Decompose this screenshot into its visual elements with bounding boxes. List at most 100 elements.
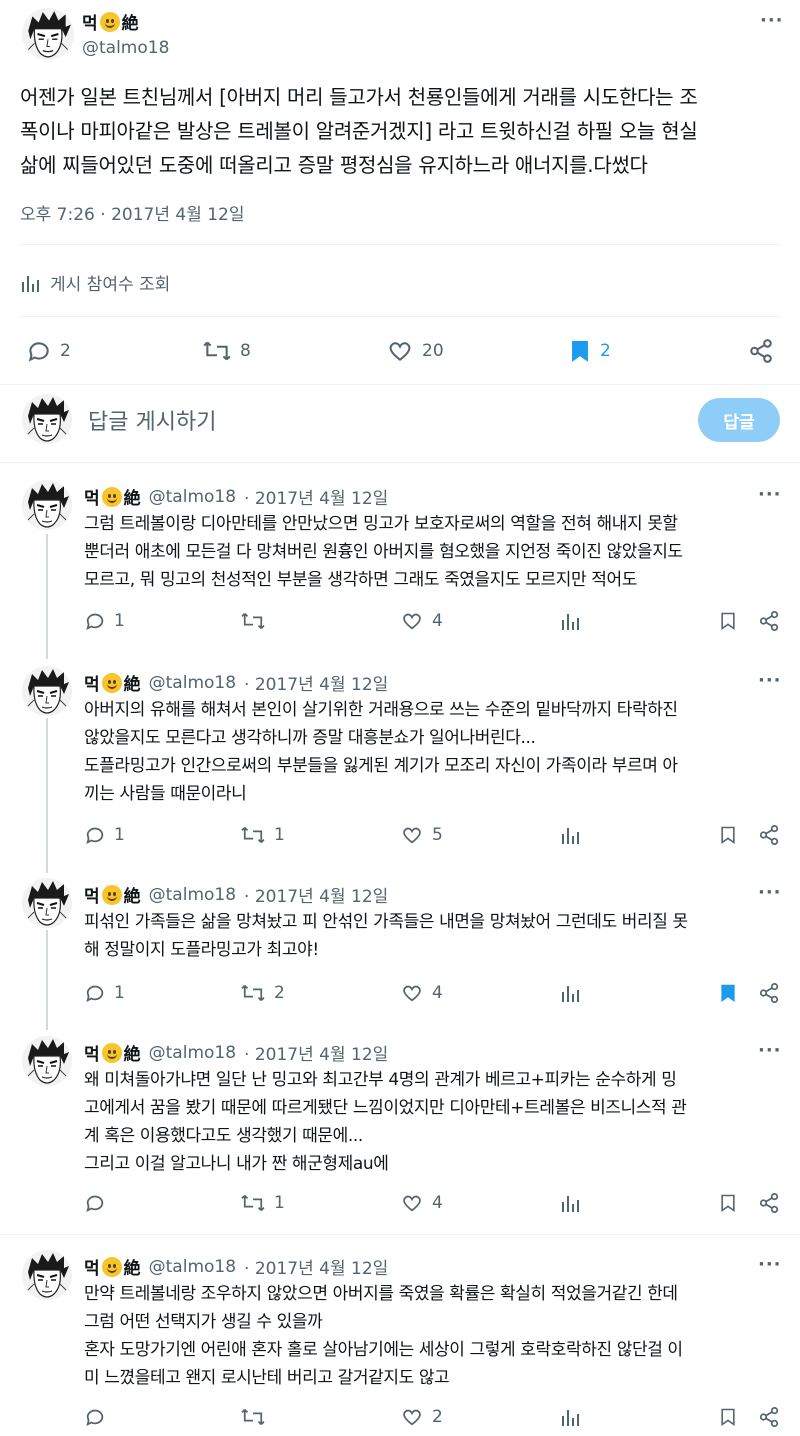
reply-text: 만약 트레볼네랑 조우하지 않았으면 아버지를 죽였을 확률은 확실히 적었을거…	[84, 1280, 794, 1392]
retweet-action[interactable]: 1	[240, 824, 285, 846]
reply-author[interactable]: 먹 絶 @talmo18 · 2017년 4월 12일	[84, 670, 388, 695]
author-handle[interactable]: @talmo18	[82, 38, 169, 58]
reply-handle[interactable]: @talmo18	[149, 885, 236, 905]
reply-tweet[interactable]: 먹 絶 @talmo18 · 2017년 4월 12일 ··· 피섞인 가족들은…	[0, 870, 800, 1028]
display-name-prefix: 먹	[84, 1259, 100, 1279]
retweet-action[interactable]	[240, 1406, 274, 1428]
reply-avatar[interactable]	[22, 666, 72, 716]
bookmark-action[interactable]	[718, 982, 738, 1004]
display-name-prefix: 먹	[84, 887, 100, 907]
share-icon	[759, 824, 779, 846]
reply-date[interactable]: · 2017년 4월 12일	[244, 1040, 388, 1065]
bookmark-icon	[721, 826, 735, 845]
reply-action[interactable]: 2	[26, 338, 71, 364]
reply-date[interactable]: · 2017년 4월 12일	[244, 670, 388, 695]
views-action[interactable]	[560, 610, 580, 632]
views-action[interactable]	[560, 1406, 580, 1428]
reply-tweet[interactable]: 먹 絶 @talmo18 · 2017년 4월 12일 ··· 그럼 트레볼이랑…	[0, 472, 800, 658]
views-action[interactable]	[560, 824, 580, 846]
reply-date[interactable]: · 2017년 4월 12일	[244, 882, 388, 907]
reply-author[interactable]: 먹 絶 @talmo18 · 2017년 4월 12일	[84, 882, 388, 907]
like-action[interactable]: 4	[400, 610, 443, 632]
smiley-emoji-icon	[101, 1256, 122, 1277]
retweet-action[interactable]: 1	[240, 1192, 285, 1214]
heart-icon	[403, 1195, 421, 1212]
reply-tweet[interactable]: 먹 絶 @talmo18 · 2017년 4월 12일 ··· 아버지의 유해를…	[0, 658, 800, 870]
reply-text-line: 그리고 이걸 알고나니 내가 짠 해군형제au에	[84, 1154, 389, 1174]
retweet-count: 1	[274, 1193, 285, 1213]
like-action[interactable]: 2	[400, 1406, 443, 1428]
more-options-icon[interactable]: ···	[758, 670, 782, 691]
reply-action[interactable]	[84, 1406, 114, 1428]
reply-text-line: 고에게서 꿈을 봤기 때문에 따르게됐단 느낌이었지만 디아만테+트레볼은 비즈…	[84, 1098, 687, 1118]
bookmark-action[interactable]	[718, 610, 738, 632]
reply-text-line: 왜 미쳐돌아가냐면 일단 난 밍고와 최고간부 4명의 관계가 베르고+피카는 …	[84, 1070, 677, 1090]
divider	[0, 1234, 800, 1235]
reply-avatar[interactable]	[22, 1250, 72, 1300]
like-action[interactable]: 4	[400, 982, 443, 1004]
share-icon	[759, 1192, 779, 1214]
divider	[20, 244, 780, 245]
reply-handle[interactable]: @talmo18	[149, 673, 236, 693]
reply-avatar[interactable]	[22, 1036, 72, 1086]
more-options-icon[interactable]: ···	[758, 484, 782, 505]
retweet-action[interactable]: 2	[240, 982, 285, 1004]
display-name-suffix: 絶	[121, 14, 139, 34]
reply-icon	[86, 827, 104, 844]
reply-icon	[86, 1409, 104, 1426]
reply-handle[interactable]: @talmo18	[149, 487, 236, 507]
views-action[interactable]	[560, 982, 580, 1004]
like-count: 2	[432, 1407, 443, 1427]
reply-handle[interactable]: @talmo18	[149, 1257, 236, 1277]
reply-author[interactable]: 먹 絶 @talmo18 · 2017년 4월 12일	[84, 484, 388, 509]
reply-handle[interactable]: @talmo18	[149, 1043, 236, 1063]
like-action[interactable]: 5	[400, 824, 443, 846]
smiley-emoji-icon	[101, 672, 122, 693]
reply-tweet[interactable]: 먹 絶 @talmo18 · 2017년 4월 12일 ··· 만약 트레볼네랑…	[0, 1242, 800, 1436]
retweet-action[interactable]	[240, 610, 274, 632]
like-action[interactable]: 20	[386, 338, 444, 364]
reply-icon	[86, 1195, 104, 1212]
analytics-icon	[562, 828, 579, 844]
reply-author[interactable]: 먹 絶 @talmo18 · 2017년 4월 12일	[84, 1040, 388, 1065]
reply-action[interactable]: 1	[84, 610, 125, 632]
more-options-icon[interactable]: ···	[758, 1254, 782, 1275]
share-action[interactable]	[758, 1406, 780, 1428]
composer-avatar[interactable]	[22, 394, 72, 444]
bookmark-action[interactable]: 2	[568, 338, 611, 364]
retweet-icon	[241, 827, 265, 843]
views-action[interactable]	[560, 1192, 580, 1214]
share-action[interactable]	[758, 824, 780, 846]
reply-date[interactable]: · 2017년 4월 12일	[244, 484, 388, 509]
reply-date[interactable]: · 2017년 4월 12일	[244, 1254, 388, 1279]
like-count: 20	[422, 341, 444, 361]
share-action[interactable]	[758, 1192, 780, 1214]
share-action[interactable]	[758, 982, 780, 1004]
reply-author[interactable]: 먹 絶 @talmo18 · 2017년 4월 12일	[84, 1254, 388, 1279]
tweet-timestamp[interactable]: 오후 7:26 · 2017년 4월 12일	[20, 200, 245, 225]
bookmark-action[interactable]	[718, 824, 738, 846]
reply-avatar[interactable]	[22, 878, 72, 928]
reply-action[interactable]: 1	[84, 982, 125, 1004]
reply-text-line: 도플라밍고가 인간으로써의 부분들을 잃게된 계기가 모조리 자신이 가족이라 …	[84, 756, 678, 776]
bookmark-action[interactable]	[718, 1406, 738, 1428]
reply-compose-input[interactable]: 답글 게시하기	[88, 404, 216, 436]
reply-submit-button[interactable]: 답글	[698, 398, 780, 442]
bookmark-filled-icon	[572, 341, 588, 362]
reply-action[interactable]: 1	[84, 824, 125, 846]
share-action[interactable]	[748, 338, 774, 364]
more-options-icon[interactable]: ···	[758, 1040, 782, 1061]
like-count: 4	[432, 983, 443, 1003]
more-options-icon[interactable]: ···	[760, 10, 784, 31]
share-action[interactable]	[758, 610, 780, 632]
view-engagements-link[interactable]: 게시 참여수 조회	[20, 270, 170, 295]
bookmark-action[interactable]	[718, 1192, 738, 1214]
retweet-action[interactable]: 8	[202, 338, 251, 364]
reply-avatar[interactable]	[22, 480, 72, 530]
reply-tweet[interactable]: 먹 絶 @talmo18 · 2017년 4월 12일 ··· 왜 미쳐돌아가냐…	[0, 1028, 800, 1232]
author-display-name[interactable]: 먹 絶	[82, 9, 139, 34]
like-action[interactable]: 4	[400, 1192, 443, 1214]
reply-action[interactable]	[84, 1192, 114, 1214]
author-avatar[interactable]	[22, 8, 74, 60]
more-options-icon[interactable]: ···	[758, 882, 782, 903]
